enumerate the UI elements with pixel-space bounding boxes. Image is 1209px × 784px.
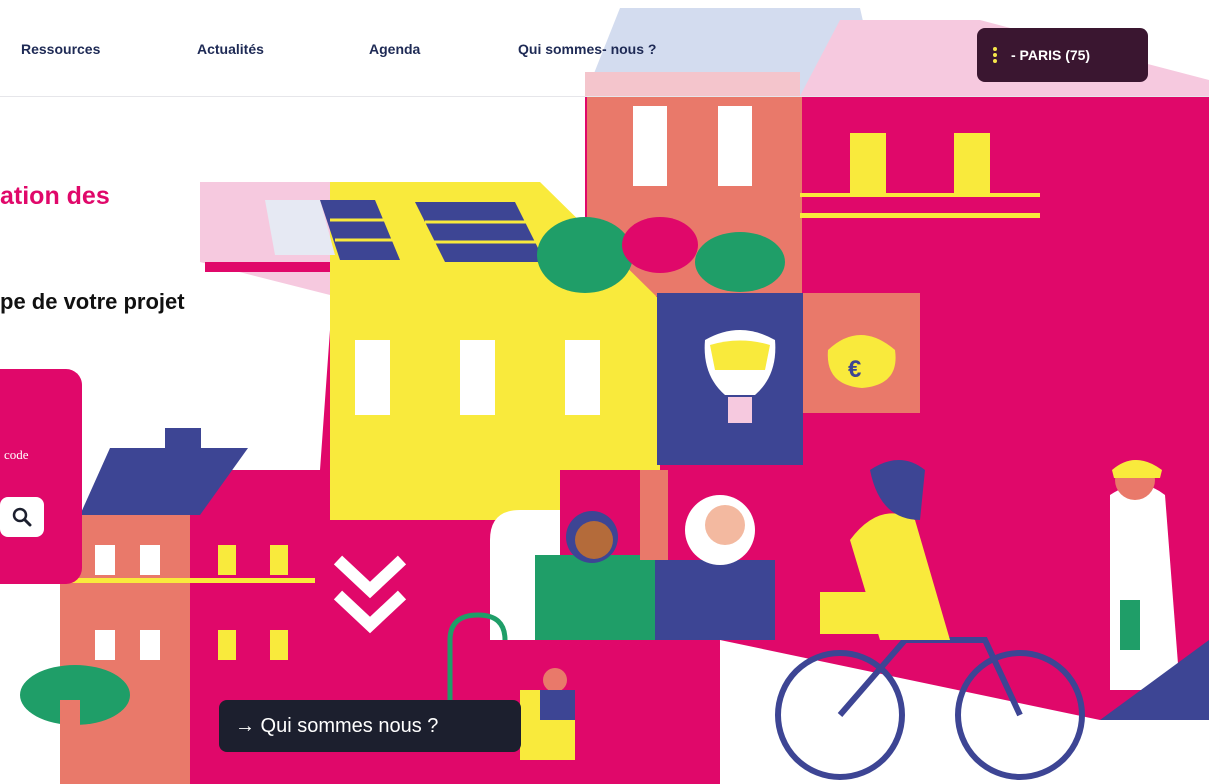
svg-text:€: € (848, 356, 861, 383)
hero-illustration: € (20, 8, 1209, 784)
search-label: code (4, 447, 29, 462)
search-icon (12, 507, 32, 527)
region-selector-button[interactable]: - PARIS (75) (977, 28, 1148, 82)
qui-sommes-nous-button[interactable]: → Qui sommes nous ? (219, 700, 521, 752)
nav-item-ressources[interactable]: Ressources (21, 41, 100, 57)
region-label: - PARIS (75) (1011, 47, 1091, 63)
nav-item-agenda[interactable]: Agenda (369, 41, 420, 57)
nav-item-actualites[interactable]: Actualités (197, 41, 264, 57)
kebab-menu-icon (993, 47, 997, 63)
search-button[interactable] (0, 497, 44, 537)
nav-item-qui-sommes-nous[interactable]: Qui sommes- nous ? (518, 41, 656, 57)
hero-subtitle: pe de votre projet (0, 289, 185, 314)
hero-title: ation des (0, 182, 110, 210)
search-card: code (0, 369, 82, 584)
